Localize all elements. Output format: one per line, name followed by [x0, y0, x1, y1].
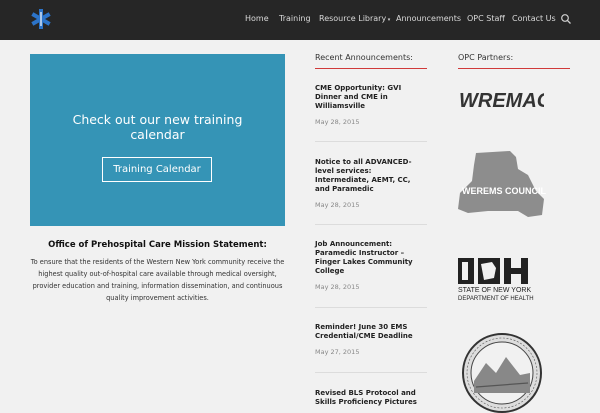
erie-county-seal[interactable] — [458, 333, 546, 413]
announcement-item: CME Opportunity: GVI Dinner and CME in W… — [315, 84, 427, 126]
announcement-title[interactable]: CME Opportunity: GVI Dinner and CME in W… — [315, 84, 427, 111]
announcement-item: Job Announcement: Paramedic Instructor –… — [315, 240, 427, 291]
doh-line1: STATE OF NEW YORK — [458, 287, 531, 294]
nys-doh-logo[interactable]: STATE OF NEW YORK DEPARTMENT OF HEALTH — [458, 258, 546, 304]
werems-logo-text: WEREMS COUNCIL — [462, 186, 546, 196]
banner-title-line1: Check out our new training — [72, 112, 243, 127]
announcement-divider — [315, 372, 427, 373]
wremac-logo-text: WREMAC — [459, 90, 544, 112]
nav-opc-staff[interactable]: OPC Staff — [467, 14, 505, 23]
announcement-divider — [315, 141, 427, 142]
search-icon[interactable] — [560, 13, 572, 25]
announcement-date: May 28, 2015 — [315, 283, 360, 291]
announcement-title[interactable]: Job Announcement: Paramedic Instructor –… — [315, 240, 427, 276]
announcement-divider — [315, 307, 427, 308]
banner-title: Check out our new training calendar — [30, 112, 285, 142]
wremac-logo[interactable]: WREMAC — [458, 86, 544, 112]
announcement-title[interactable]: Reminder! June 30 EMS Credential/CME Dea… — [315, 323, 427, 341]
announcements-heading-rule — [315, 68, 427, 69]
mission-text: To ensure that the residents of the West… — [30, 258, 285, 302]
announcement-item: Revised BLS Protocol and Skills Proficie… — [315, 389, 427, 407]
training-calendar-banner: Check out our new training calendar Trai… — [30, 54, 285, 226]
star-of-life-logo-icon[interactable] — [31, 8, 51, 30]
announcement-title[interactable]: Notice to all ADVANCED-level services: I… — [315, 158, 427, 194]
doh-line2: DEPARTMENT OF HEALTH — [458, 296, 534, 302]
announcements-heading: Recent Announcements: — [315, 53, 413, 62]
nav-announcements[interactable]: Announcements — [396, 14, 461, 23]
mission-title: Office of Prehospital Care Mission State… — [48, 240, 267, 250]
announcement-item: Notice to all ADVANCED-level services: I… — [315, 158, 427, 209]
partners-heading-rule — [458, 68, 570, 69]
training-calendar-button[interactable]: Training Calendar — [102, 157, 212, 182]
partners-heading: OPC Partners: — [458, 53, 514, 62]
announcement-divider — [315, 224, 427, 225]
nav-contact-us[interactable]: Contact Us — [512, 14, 556, 23]
announcement-date: May 28, 2015 — [315, 118, 360, 126]
werems-council-logo[interactable]: WEREMS COUNCIL — [458, 151, 546, 223]
announcement-date: May 27, 2015 — [315, 348, 360, 356]
banner-title-line2: calendar — [130, 127, 185, 142]
nav-resource-library[interactable]: Resource Library — [319, 14, 390, 23]
announcement-title[interactable]: Revised BLS Protocol and Skills Proficie… — [315, 389, 427, 407]
nav-home[interactable]: Home — [245, 14, 269, 23]
nav-training[interactable]: Training — [279, 14, 311, 23]
announcement-date: May 28, 2015 — [315, 201, 360, 209]
announcement-item: Reminder! June 30 EMS Credential/CME Dea… — [315, 323, 427, 356]
top-navigation-bar: Home Training Resource Library Announcem… — [0, 0, 600, 40]
